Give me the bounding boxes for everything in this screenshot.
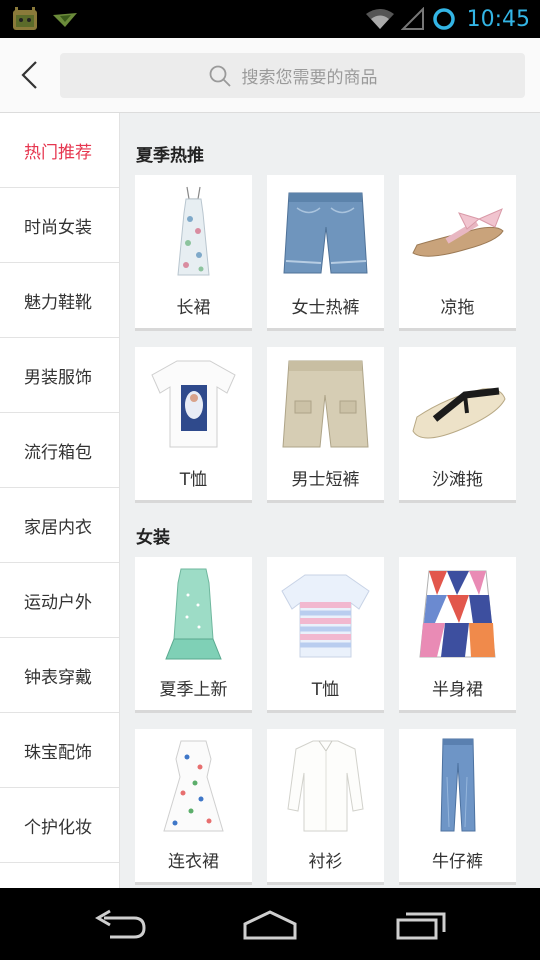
- back-nav-icon: [95, 909, 146, 939]
- product-label: 沙滩拖: [432, 470, 483, 490]
- sidebar-item-label: 热门推荐: [24, 142, 92, 163]
- product-card-flip-flop[interactable]: 沙滩拖: [399, 347, 516, 503]
- top-bar: 搜索您需要的商品: [0, 38, 540, 113]
- category-sidebar: 热门推荐 时尚女装 魅力鞋靴 男装服饰 流行箱包 家居内衣 运动户外 钟表穿戴 …: [0, 113, 120, 888]
- product-label: 凉拖: [440, 298, 475, 318]
- sidebar-item-label: 流行箱包: [24, 442, 92, 463]
- product-label: 连衣裙: [168, 852, 219, 872]
- sidebar-item-women[interactable]: 时尚女装: [0, 188, 119, 263]
- jeans-image: [440, 738, 476, 832]
- system-nav-bar: [0, 888, 540, 960]
- product-card-jeans[interactable]: 牛仔裤: [399, 729, 516, 885]
- clock: 10:45: [466, 6, 530, 32]
- search-input[interactable]: 搜索您需要的商品: [60, 53, 525, 98]
- sidebar-item-watches[interactable]: 钟表穿戴: [0, 638, 119, 713]
- sidebar-item-label: 钟表穿戴: [24, 667, 92, 688]
- sidebar-item-sports[interactable]: 运动户外: [0, 563, 119, 638]
- product-label: 夏季上新: [159, 680, 228, 700]
- nav-back-button[interactable]: [90, 906, 150, 942]
- nav-home-button[interactable]: [240, 906, 300, 942]
- sidebar-item-label: 珠宝配饰: [24, 742, 92, 763]
- wifi-icon: [365, 9, 394, 29]
- signal-icon: [400, 7, 424, 30]
- product-label: 男士短裤: [291, 470, 360, 490]
- sidebar-item-label: 男装服饰: [24, 367, 92, 388]
- home-nav-icon: [243, 910, 297, 940]
- product-label: T恤: [311, 680, 340, 700]
- product-label: 女士热裤: [291, 298, 360, 318]
- section-title: 夏季热推: [136, 146, 204, 166]
- geo-skirt-image: [419, 570, 496, 658]
- product-label: T恤: [179, 470, 208, 490]
- product-card-bow-slipper[interactable]: 凉拖: [399, 175, 516, 331]
- search-icon: [209, 65, 231, 87]
- notification-icon: [53, 13, 77, 27]
- floral-dress-image: [163, 740, 224, 832]
- sidebar-item-cosmetics[interactable]: 个护化妆: [0, 788, 119, 863]
- back-button[interactable]: [12, 56, 50, 94]
- product-card-khaki-shorts[interactable]: 男士短裤: [267, 347, 384, 503]
- sidebar-item-underwear[interactable]: 家居内衣: [0, 488, 119, 563]
- product-card-graphic-tshirt[interactable]: T恤: [135, 347, 252, 503]
- white-shirt-image: [287, 740, 364, 832]
- graphic-tshirt-image: [151, 360, 236, 448]
- sidebar-item-label: 家居内衣: [24, 517, 92, 538]
- sidebar-item-label: 魅力鞋靴: [24, 292, 92, 313]
- product-card-floral-dress[interactable]: 连衣裙: [135, 729, 252, 885]
- recents-nav-icon: [396, 912, 446, 940]
- section-title: 女装: [136, 528, 170, 548]
- sidebar-item-label: 时尚女装: [24, 217, 92, 238]
- sidebar-item-bags[interactable]: 流行箱包: [0, 413, 119, 488]
- product-label: 半身裙: [432, 680, 483, 700]
- android-app-icon: [13, 7, 37, 30]
- sidebar-item-jewelry[interactable]: 珠宝配饰: [0, 713, 119, 788]
- long-dress-image: [177, 186, 210, 276]
- sync-icon: [432, 8, 455, 30]
- sidebar-item-men[interactable]: 男装服饰: [0, 338, 119, 413]
- khaki-shorts-image: [282, 360, 369, 448]
- denim-shorts-image: [283, 192, 368, 274]
- sidebar-item-label: 个护化妆: [24, 817, 92, 838]
- search-placeholder: 搜索您需要的商品: [241, 68, 378, 88]
- product-card-long-dress[interactable]: 长裙: [135, 175, 252, 331]
- product-label: 牛仔裤: [432, 852, 483, 872]
- sidebar-item-label: 运动户外: [24, 592, 92, 613]
- product-card-denim-shorts[interactable]: 女士热裤: [267, 175, 384, 331]
- bow-slipper-image: [412, 208, 504, 257]
- sidebar-item-hot[interactable]: 热门推荐: [0, 113, 119, 188]
- pastel-top-image: [281, 574, 370, 658]
- product-card-mint-dress[interactable]: 夏季上新: [135, 557, 252, 713]
- nav-recents-button[interactable]: [392, 906, 452, 942]
- status-bar: 10:45: [0, 0, 540, 38]
- mint-dress-image: [165, 568, 222, 660]
- product-card-geo-skirt[interactable]: 半身裙: [399, 557, 516, 713]
- product-card-pastel-top[interactable]: T恤: [267, 557, 384, 713]
- flip-flop-image: [412, 387, 506, 439]
- sidebar-item-shoes[interactable]: 魅力鞋靴: [0, 263, 119, 338]
- product-grid-panel: 夏季热推 长裙 女士热裤 凉拖 T恤 男士短裤 沙滩拖 女装 夏季上新 T恤 半…: [120, 113, 540, 888]
- chevron-left-icon: [21, 61, 37, 89]
- product-label: 衬衫: [308, 852, 343, 872]
- product-card-white-shirt[interactable]: 衬衫: [267, 729, 384, 885]
- product-label: 长裙: [176, 298, 211, 318]
